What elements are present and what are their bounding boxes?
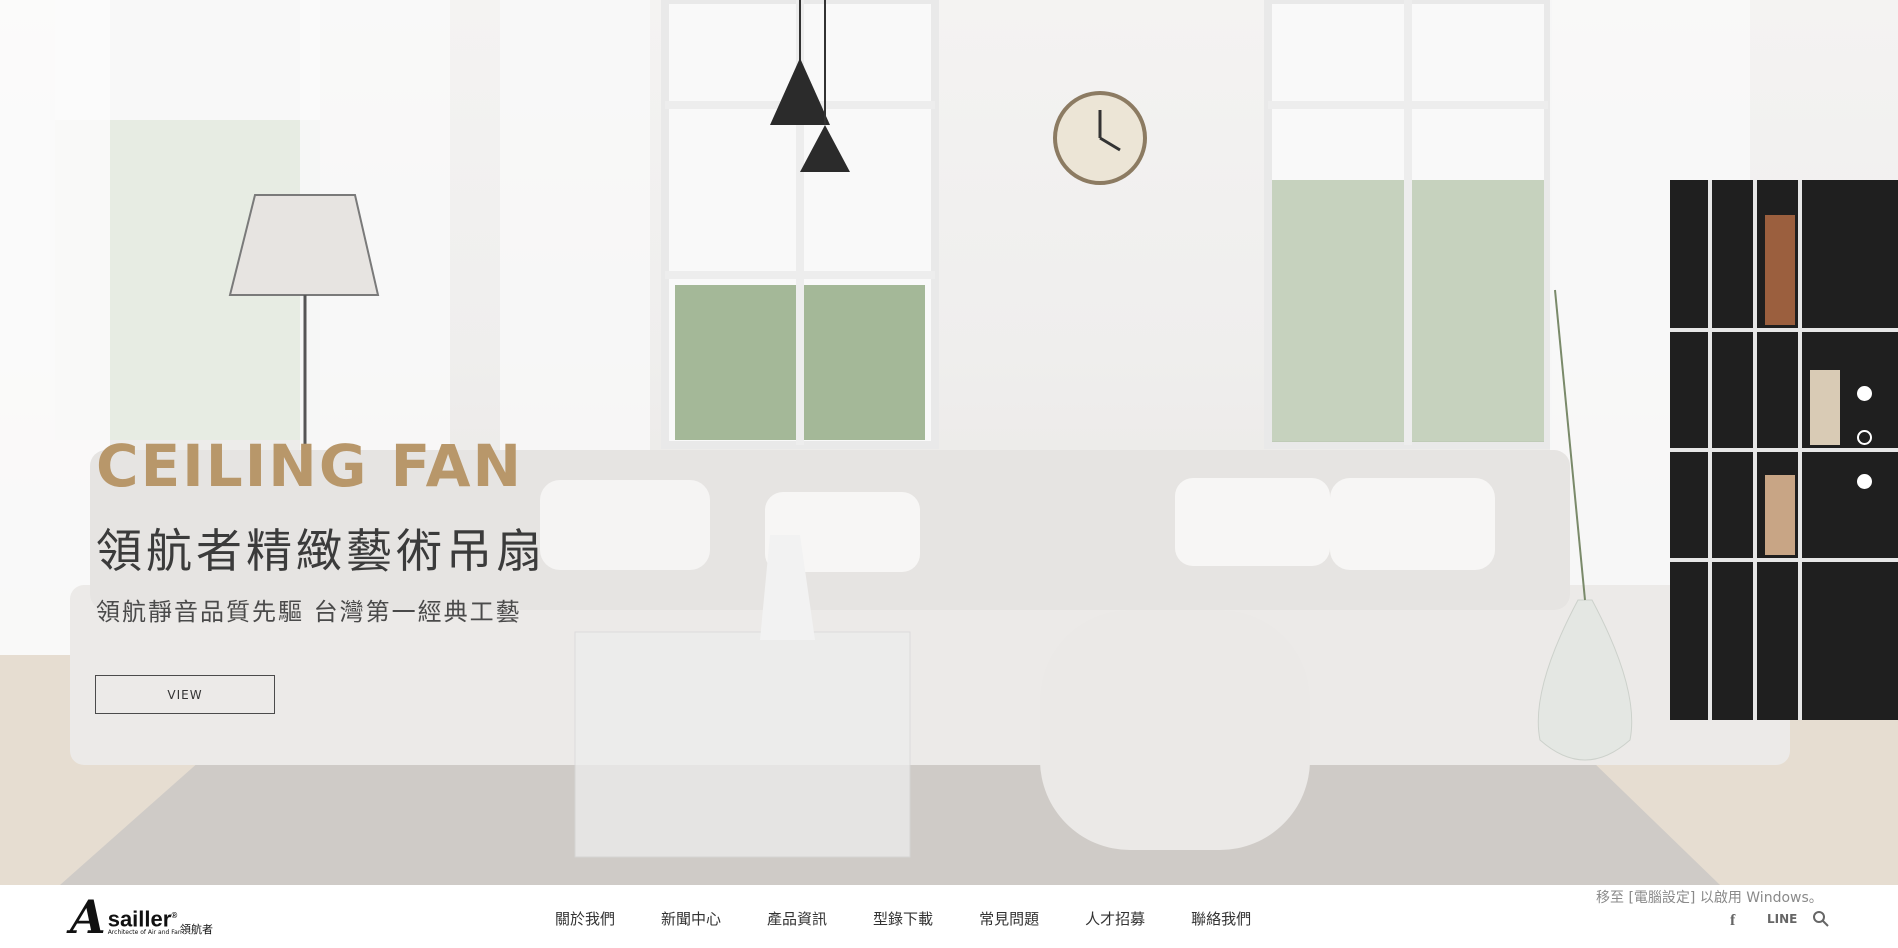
facebook-icon[interactable]: f (1730, 912, 1735, 930)
slider-dot-1[interactable] (1857, 386, 1872, 401)
hero-banner: CEILING FAN 領航者精緻藝術吊扇 領航靜音品質先驅 台灣第一經典工藝 … (0, 0, 1898, 885)
slider-dots (1857, 386, 1873, 518)
logo-mark: A (70, 890, 106, 944)
search-icon[interactable] (1812, 910, 1830, 932)
hero-subtitle: 領航者精緻藝術吊扇 (96, 524, 546, 578)
logo-chinese: 領航者 (180, 923, 213, 936)
slider-dot-3[interactable] (1857, 474, 1872, 489)
hero-description: 領航靜音品質先驅 台灣第一經典工藝 (96, 598, 522, 626)
nav-item-about[interactable]: 關於我們 (555, 908, 615, 929)
nav-item-news[interactable]: 新聞中心 (661, 908, 721, 929)
line-link[interactable]: LINE (1767, 912, 1797, 926)
logo[interactable]: A sailler® Architecte of Air and Fan 領航者 (70, 890, 213, 944)
nav-item-faq[interactable]: 常見問題 (979, 908, 1039, 929)
logo-text: sailler® Architecte of Air and Fan (108, 906, 182, 937)
view-button[interactable]: VIEW (95, 675, 275, 714)
logo-word: sailler® (107, 906, 178, 931)
nav-item-products[interactable]: 產品資訊 (767, 908, 827, 929)
main-nav: 關於我們 新聞中心 產品資訊 型錄下載 常見問題 人才招募 聯絡我們 (555, 908, 1251, 929)
logo-tagline: Architecte of Air and Fan (107, 929, 182, 936)
nav-item-contact[interactable]: 聯絡我們 (1191, 908, 1251, 929)
nav-item-catalog[interactable]: 型錄下載 (873, 908, 933, 929)
slider-dot-2[interactable] (1857, 430, 1872, 445)
hero-title: CEILING FAN (96, 432, 524, 500)
windows-activation-note: 移至 [電腦設定] 以啟用 Windows。 (1596, 890, 1823, 906)
nav-item-careers[interactable]: 人才招募 (1085, 908, 1145, 929)
